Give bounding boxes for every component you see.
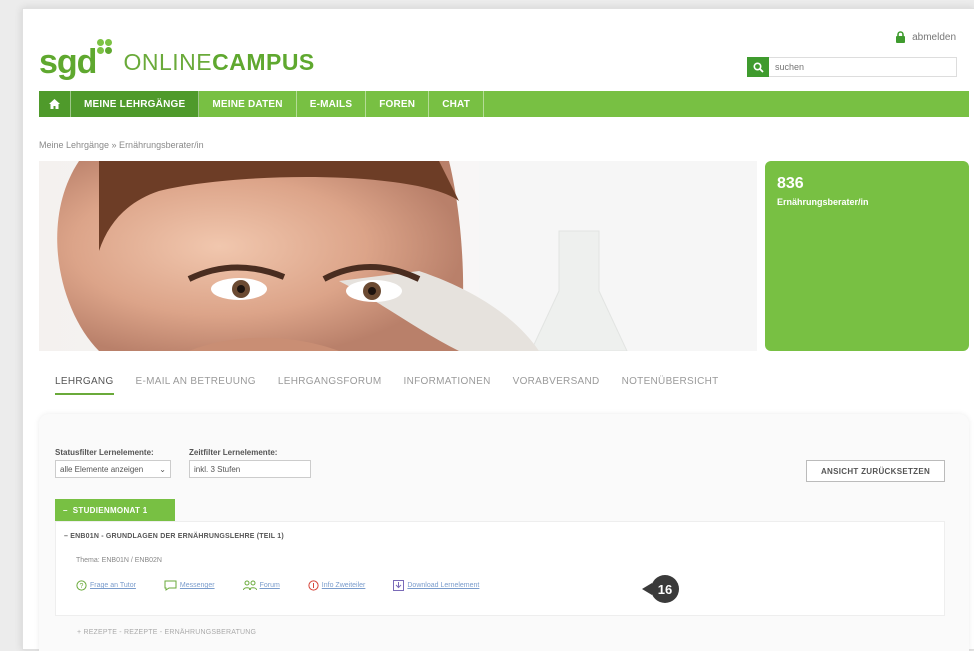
content-panel: Statusfilter Lernelemente: alle Elemente… (39, 414, 969, 651)
module-title[interactable]: – ENB01N - GRUNDLAGEN DER ERNÄHRUNGSLEHR… (64, 533, 284, 540)
main-nav: MEINE LEHRGÄNGE MEINE DATEN E-MAILS FORE… (39, 91, 969, 117)
search-button[interactable] (747, 57, 769, 77)
sgd-logo[interactable]: sgd ONLINECAMPUS (39, 39, 315, 79)
study-month-toggle[interactable]: – STUDIENMONAT 1 (55, 499, 175, 521)
collapse-icon: – (63, 505, 68, 515)
svg-text:?: ? (80, 583, 84, 590)
course-tabs: LEHRGANG E-MAIL AN BETREUUNG LEHRGANGSFO… (55, 376, 719, 395)
nav-meine-lehrgaenge[interactable]: MEINE LEHRGÄNGE (71, 91, 200, 117)
nav-meine-daten[interactable]: MEINE DATEN (199, 91, 297, 117)
logo-sgd-text: sgd (39, 43, 97, 81)
tab-lehrgang[interactable]: LEHRGANG (55, 376, 114, 395)
page: sgd ONLINECAMPUS abmelden MEINE LEHRGÄNG… (22, 8, 974, 651)
logout-link[interactable]: abmelden (895, 31, 956, 43)
search-icon (752, 61, 764, 73)
logo-dots-icon (97, 39, 113, 59)
download-link[interactable]: Download Lernelement (393, 580, 479, 591)
info-icon (308, 580, 319, 591)
info-link[interactable]: Info Zweiteiler (308, 580, 365, 591)
nav-foren[interactable]: FOREN (366, 91, 430, 117)
tab-vorabversand[interactable]: VORABVERSAND (513, 376, 600, 395)
forum-link[interactable]: Forum (242, 580, 280, 591)
tab-notenuebersicht[interactable]: NOTENÜBERSICHT (622, 376, 719, 395)
time-filter-field[interactable]: inkl. 3 Stufen (189, 460, 311, 478)
search-input[interactable] (769, 58, 955, 76)
study-month-label: STUDIENMONAT 1 (72, 505, 148, 515)
messenger-link[interactable]: Messenger (164, 580, 215, 591)
breadcrumb[interactable]: Meine Lehrgänge » Ernährungsberater/in (39, 140, 204, 150)
callout-marker: 16 (642, 575, 679, 603)
course-title: Ernährungsberater/in (777, 197, 869, 207)
question-icon: ? (76, 580, 87, 591)
search-box (747, 57, 957, 77)
people-icon (242, 580, 257, 591)
lock-icon (896, 31, 906, 43)
nav-home[interactable] (39, 91, 71, 117)
course-number: 836 (777, 175, 804, 192)
reset-view-button[interactable]: ANSICHT ZURÜCKSETZEN (806, 460, 945, 482)
next-module-title[interactable]: + REZEPTE - REZEPTE - ERNÄHRUNGSBERATUNG (77, 629, 256, 636)
speech-bubble-icon (164, 580, 177, 591)
callout-badge: 16 (651, 575, 679, 603)
download-icon (393, 580, 405, 591)
time-filter-label: Zeitfilter Lernelemente: (189, 448, 278, 457)
logo-onlinecampus-text: ONLINECAMPUS (123, 49, 315, 75)
status-filter-label: Statusfilter Lernelemente: (55, 448, 154, 457)
status-filter-value: alle Elemente anzeigen (60, 464, 144, 474)
ask-tutor-link[interactable]: ? Frage an Tutor (76, 580, 136, 591)
module-subtitle: Thema: ENB01N / ENB02N (76, 557, 162, 564)
tab-informationen[interactable]: INFORMATIONEN (404, 376, 491, 395)
module-actions: ? Frage an Tutor Messenger Forum Info Zw… (76, 580, 507, 591)
nav-emails[interactable]: E-MAILS (297, 91, 367, 117)
chevron-down-icon: ⌄ (159, 464, 166, 474)
course-info-box: 836 Ernährungsberater/in (765, 161, 969, 351)
home-icon (49, 99, 60, 109)
logout-label: abmelden (912, 31, 956, 43)
tab-lehrgangsforum[interactable]: LEHRGANGSFORUM (278, 376, 382, 395)
tab-email-an-betreuung[interactable]: E-MAIL AN BETREUUNG (136, 376, 256, 395)
module-card: – ENB01N - GRUNDLAGEN DER ERNÄHRUNGSLEHR… (55, 521, 945, 616)
time-filter-value: inkl. 3 Stufen (194, 464, 241, 474)
status-filter-select[interactable]: alle Elemente anzeigen ⌄ (55, 460, 171, 478)
nav-chat[interactable]: CHAT (429, 91, 485, 117)
hero-image (39, 161, 757, 351)
